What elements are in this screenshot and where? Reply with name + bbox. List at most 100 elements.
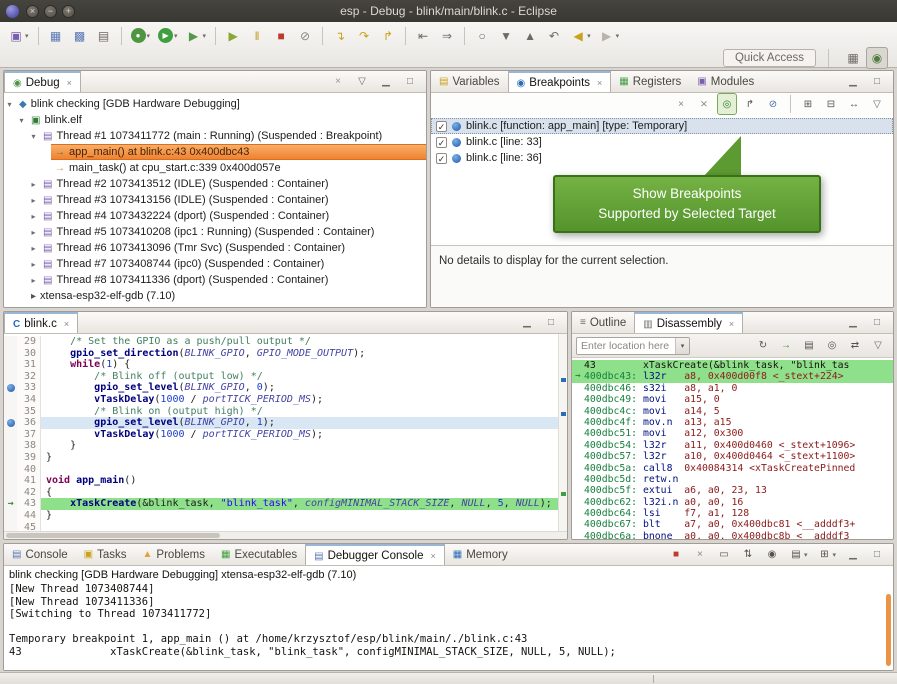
tree-expander-icon[interactable]: ▸ <box>28 212 39 221</box>
disassembly-line[interactable]: 43 xTaskCreate(&blink_task, "blink_tas <box>572 360 893 371</box>
disassembly-line[interactable]: 400dbc5f: extui a6, a0, 23, 13 <box>572 485 893 496</box>
debug-tree-item[interactable]: ▤Thread #3 1073413156 (IDLE) (Suspended … <box>39 192 426 208</box>
goto-program-counter-icon[interactable]: → <box>776 335 796 357</box>
editor-line[interactable]: 35 /* Blink on (output high) */ <box>4 406 567 418</box>
remove-all-breakpoints-icon[interactable]: ⨯ <box>694 93 714 115</box>
debug-tree-item[interactable]: ▤Thread #2 1073413512 (IDLE) (Suspended … <box>39 176 426 192</box>
step-into-icon[interactable]: ↴ <box>329 25 351 47</box>
disassembly-line[interactable]: 400dbc57: l32r a10, 0x400d0464 <_stext+1… <box>572 451 893 462</box>
annotation-ruler[interactable] <box>558 334 567 531</box>
save-icon[interactable]: ▦ <box>45 25 67 47</box>
resume-icon[interactable]: ▶ <box>222 25 244 47</box>
tree-expander-icon[interactable]: ▸ <box>28 196 39 205</box>
debug-perspective-icon[interactable]: ◉ <box>866 47 888 69</box>
tab-variables[interactable]: ▤Variables <box>431 71 508 92</box>
external-tools-icon[interactable]: ▶▾ <box>183 25 210 47</box>
editor-content[interactable]: 29 /* Set the GPIO as a push/pull output… <box>4 334 567 539</box>
tab-executables[interactable]: ▦Executables <box>213 544 305 565</box>
editor-line[interactable]: 30 gpio_set_direction(BLINK_GPIO, GPIO_M… <box>4 348 567 360</box>
terminate-icon[interactable]: ■ <box>270 25 292 47</box>
window-maximize-button[interactable]: + <box>62 5 75 18</box>
search-icon[interactable]: ○ <box>471 25 493 47</box>
link-with-debug-view-icon[interactable]: ↔ <box>844 93 864 115</box>
window-minimize-button[interactable]: − <box>44 5 57 18</box>
tab-debug[interactable]: ◉Debug× <box>4 71 81 92</box>
skip-all-breakpoints-icon[interactable]: ⊘ <box>763 93 783 115</box>
tab-tasks[interactable]: ▣Tasks <box>76 544 135 565</box>
disassembly-line[interactable]: 400dbc46: s32i a8, a1, 0 <box>572 383 893 394</box>
debug-tree-row[interactable]: ▸▤Thread #4 1073432224 (dport) (Suspende… <box>4 208 426 224</box>
save-all-icon[interactable]: ▩ <box>69 25 91 47</box>
disassembly-line[interactable]: 400dbc49: movi a15, 0 <box>572 394 893 405</box>
disassembly-line[interactable]: 400dbc64: lsi f7, a1, 128 <box>572 508 893 519</box>
editor-horizontal-scrollbar[interactable] <box>4 531 567 539</box>
breakpoint-row[interactable]: ✓blink.c [function: app_main] [type: Tem… <box>431 118 893 134</box>
last-edit-location-icon[interactable]: ↶ <box>543 25 565 47</box>
editor-line[interactable]: 29 /* Set the GPIO as a push/pull output… <box>4 336 567 348</box>
tree-expander-icon[interactable]: ▸ <box>28 180 39 189</box>
disassembly-line[interactable]: 400dbc6a: bnone a0, a0, 0x400dbc8b <__ad… <box>572 531 893 539</box>
go-to-file-for-breakpoint-icon[interactable]: ↱ <box>740 93 760 115</box>
clear-console-icon[interactable]: ▭ <box>714 544 734 566</box>
debug-tree-item[interactable]: ▤Thread #5 1073410208 (ipc1 : Running) (… <box>39 224 426 240</box>
tab-console[interactable]: ▤Console <box>4 544 76 565</box>
quick-access-button[interactable]: Quick Access <box>723 49 816 67</box>
tree-expander-icon[interactable]: ▾ <box>28 132 39 141</box>
tree-expander-icon[interactable]: ▾ <box>4 100 15 109</box>
open-console-icon[interactable]: ⊞▾ <box>814 544 839 566</box>
tab-blink-c[interactable]: Cblink.c× <box>4 312 78 333</box>
show-source-icon[interactable]: ▤ <box>799 335 819 357</box>
debug-icon[interactable]: ●▾ <box>128 25 154 47</box>
tab-close-icon[interactable]: × <box>729 319 734 329</box>
tab-debugger-console[interactable]: ▤Debugger Console× <box>305 544 445 565</box>
console-content[interactable]: blink checking [GDB Hardware Debugging] … <box>4 566 893 670</box>
suspend-icon[interactable]: ‖ <box>246 25 268 47</box>
tree-expander-icon[interactable]: ▾ <box>16 116 27 125</box>
editor-line[interactable]: 34 vTaskDelay(1000 / portTICK_PERIOD_MS)… <box>4 394 567 406</box>
tab-outline[interactable]: ≡Outline <box>572 312 634 333</box>
print-icon[interactable]: ▤ <box>93 25 115 47</box>
disconnect-icon[interactable]: ⊘ <box>294 25 316 47</box>
breakpoint-checkbox[interactable]: ✓ <box>436 153 447 164</box>
maximize-icon[interactable]: □ <box>867 312 887 334</box>
disassembly-line[interactable]: 400dbc67: blt a7, a0, 0x400dbc81 <__addd… <box>572 519 893 530</box>
debug-tree-item[interactable]: ▣blink.elf <box>27 112 426 128</box>
instruction-stepping-icon[interactable]: ⇒ <box>436 25 458 47</box>
tab-breakpoints[interactable]: ◉Breakpoints× <box>508 71 612 92</box>
debug-tree-row[interactable]: ▸▤Thread #8 1073411336 (dport) (Suspende… <box>4 272 426 288</box>
drop-to-frame-icon[interactable]: ⇤ <box>412 25 434 47</box>
view-menu-icon[interactable]: ▽ <box>868 335 888 357</box>
breakpoint-marker-icon[interactable] <box>4 417 17 429</box>
debug-tree-row[interactable]: →main_task() at cpu_start.c:339 0x400d05… <box>4 160 426 176</box>
tab-memory[interactable]: ▦Memory <box>445 544 516 565</box>
tab-modules[interactable]: ▣Modules <box>689 71 762 92</box>
debug-tree-row[interactable]: ▸▤Thread #3 1073413156 (IDLE) (Suspended… <box>4 192 426 208</box>
editor-line[interactable]: 37 vTaskDelay(1000 / portTICK_PERIOD_MS)… <box>4 429 567 441</box>
tab-close-icon[interactable]: × <box>597 78 602 88</box>
debug-tree-row[interactable]: ▸▤Thread #7 1073408744 (ipc0) (Suspended… <box>4 256 426 272</box>
tab-problems[interactable]: ▲Problems <box>135 544 213 565</box>
breakpoint-checkbox[interactable]: ✓ <box>436 137 447 148</box>
remove-selected-breakpoints-icon[interactable]: × <box>671 93 691 115</box>
step-return-icon[interactable]: ↱ <box>377 25 399 47</box>
view-menu-icon[interactable]: ▽ <box>352 71 372 93</box>
minimize-icon[interactable]: ▁ <box>843 312 863 334</box>
debug-tree-row[interactable]: ▸xtensa-esp32-elf-gdb (7.10) <box>4 288 426 304</box>
pin-console-icon[interactable]: ◉ <box>762 544 782 566</box>
editor-line[interactable]: 32 /* Blink off (output low) */ <box>4 371 567 383</box>
minimize-icon[interactable]: ▁ <box>843 544 863 566</box>
collapse-all-icon[interactable]: ⊟ <box>821 93 841 115</box>
editor-line[interactable]: 39} <box>4 452 567 464</box>
expand-all-icon[interactable]: ⊞ <box>798 93 818 115</box>
back-icon[interactable]: ◀▾ <box>567 25 594 47</box>
next-annotation-icon[interactable]: ▼ <box>495 25 517 47</box>
new-wizard-icon[interactable]: ▣▾ <box>5 25 32 47</box>
window-close-button[interactable]: × <box>26 5 39 18</box>
debug-tree-item[interactable]: ▤Thread #8 1073411336 (dport) (Suspended… <box>39 272 426 288</box>
debug-tree-row[interactable]: ▾▤Thread #1 1073411772 (main : Running) … <box>4 128 426 144</box>
debug-tree-row[interactable]: ▸▤Thread #2 1073413512 (IDLE) (Suspended… <box>4 176 426 192</box>
breakpoint-row[interactable]: ✓blink.c [line: 33] <box>431 134 893 150</box>
scroll-lock-icon[interactable]: ⇅ <box>738 544 758 566</box>
editor-line[interactable]: 41void app_main() <box>4 475 567 487</box>
maximize-icon[interactable]: □ <box>541 312 561 334</box>
